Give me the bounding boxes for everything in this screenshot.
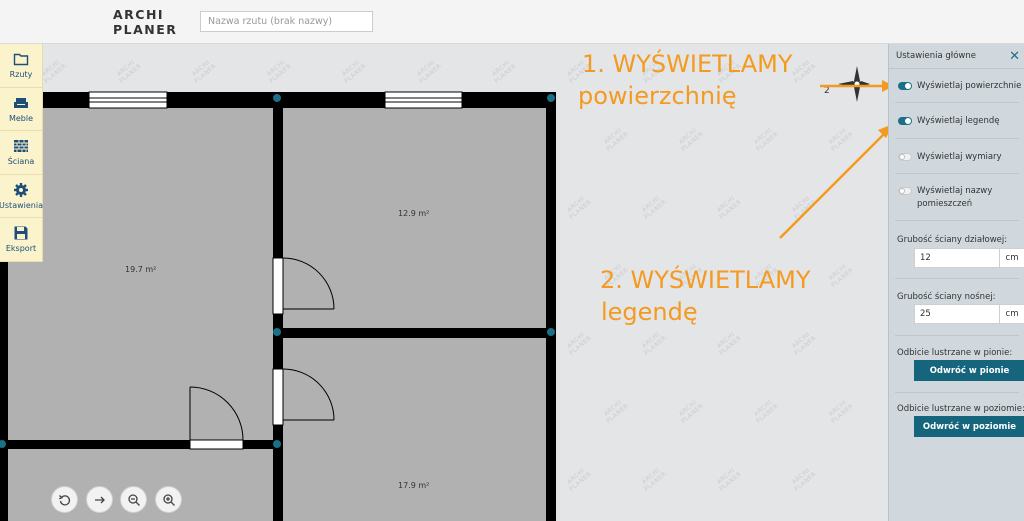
toggle-show-surfaces[interactable]: Wyświetlaj powierzchnie <box>898 80 1024 93</box>
brick-wall-icon <box>14 140 28 153</box>
tool-label: Eksport <box>5 244 37 254</box>
tool-label: Rzuty <box>9 70 33 80</box>
zoom-out-button[interactable] <box>120 486 147 513</box>
joint <box>547 328 555 336</box>
divider <box>895 173 1019 174</box>
load-wall-field: cm <box>914 304 1024 324</box>
toggle-switch[interactable] <box>898 187 912 195</box>
room-area-label: 17.9 m² <box>398 481 430 490</box>
window-right <box>384 91 463 109</box>
toggle-switch[interactable] <box>898 153 912 161</box>
tool-label: Ustawienia <box>0 200 43 210</box>
tool-wall[interactable]: Ściana <box>0 131 42 175</box>
joint <box>547 94 555 102</box>
redo-button[interactable] <box>86 486 113 513</box>
panel-title: Ustawienia główne <box>896 51 976 61</box>
left-toolbar: Rzuty Meble Ściana Ustawienia Eksport <box>0 44 43 262</box>
room-floor-bottom-right <box>283 338 546 521</box>
divider <box>895 392 1019 393</box>
annotation-step-1-title: 1. WYŚWIETLAMY <box>582 50 793 78</box>
toggle-switch[interactable] <box>898 117 912 125</box>
tool-plans[interactable]: Rzuty <box>0 44 42 88</box>
mirror-horizontal-label: Odbicie lustrzane w poziomie: <box>897 404 1024 414</box>
panel-header: Ustawienia główne ✕ <box>889 44 1024 69</box>
room-floor-left <box>8 108 273 440</box>
zoom-out-icon <box>127 493 140 506</box>
room-area-label: 12.9 m² <box>398 209 430 218</box>
partition-wall-field: cm <box>914 248 1024 268</box>
toggle-label: Wyświetlaj nazwy pomieszczeń <box>917 186 993 209</box>
tool-settings[interactable]: Ustawienia <box>0 175 43 218</box>
armchair-icon <box>14 97 28 108</box>
folder-icon <box>13 54 29 66</box>
close-icon[interactable]: ✕ <box>1009 50 1020 63</box>
wall-middle-horizontal <box>283 328 546 338</box>
wall-right <box>546 92 556 521</box>
tool-export[interactable]: Eksport <box>0 218 42 262</box>
top-bar: ARCHI PLANER <box>0 0 1024 44</box>
divider <box>895 278 1019 279</box>
toggle-show-room-names[interactable]: Wyświetlaj nazwy pomieszczeń <box>898 185 1024 210</box>
toggle-label: Wyświetlaj legendę <box>917 116 1000 126</box>
partition-wall-label: Grubość ściany działowej: <box>897 235 1008 245</box>
room-floor-top-right <box>283 108 546 328</box>
divider <box>895 220 1019 221</box>
annotation-step-2-subtitle: legendę <box>601 298 698 326</box>
toggle-show-dimensions[interactable]: Wyświetlaj wymiary <box>898 151 1024 164</box>
tool-label: Meble <box>8 113 34 123</box>
joint <box>273 328 281 336</box>
divider <box>895 335 1019 336</box>
partition-wall-input[interactable] <box>914 248 1000 268</box>
zoom-in-button[interactable] <box>155 486 182 513</box>
flip-horizontal-button[interactable]: Odwróć w poziomie <box>914 416 1024 437</box>
divider <box>895 102 1019 103</box>
load-wall-input[interactable] <box>914 304 1000 324</box>
toggle-switch[interactable] <box>898 82 912 90</box>
annotation-step-1-subtitle: powierzchnię <box>578 82 737 110</box>
tool-furniture[interactable]: Meble <box>0 88 42 131</box>
window-left <box>88 91 168 109</box>
floppy-disk-icon <box>14 226 28 240</box>
flip-vertical-button[interactable]: Odwróć w pionie <box>914 360 1024 381</box>
annotation-step-2-title: 2. WYŚWIETLAMY <box>600 266 811 294</box>
tool-label: Ściana <box>7 157 35 167</box>
unit-label: cm <box>1000 248 1024 268</box>
unit-label: cm <box>1000 304 1024 324</box>
load-wall-label: Grubość ściany nośnej: <box>897 292 996 302</box>
gear-icon <box>14 182 28 197</box>
app-logo[interactable]: ARCHI PLANER <box>113 7 177 37</box>
room-area-label: 19.7 m² <box>125 265 157 274</box>
logo-line-1: ARCHI <box>113 7 165 22</box>
undo-icon <box>58 494 70 505</box>
toggle-label: Wyświetlaj wymiary <box>917 152 1002 162</box>
mirror-vertical-label: Odbicie lustrzane w pionie: <box>897 348 1013 358</box>
joint <box>273 94 281 102</box>
toggle-show-legend[interactable]: Wyświetlaj legendę <box>898 115 1024 128</box>
svg-text:2: 2 <box>824 86 830 96</box>
joint <box>273 440 281 448</box>
settings-panel: Ustawienia główne ✕ Wyświetlaj powierzch… <box>888 44 1024 521</box>
plan-name-input[interactable] <box>200 11 373 32</box>
undo-button[interactable] <box>51 486 78 513</box>
logo-line-2: PLANER <box>113 22 178 37</box>
compass-icon[interactable]: 2 <box>820 64 870 104</box>
toggle-label: Wyświetlaj powierzchnie <box>917 81 1022 91</box>
divider <box>895 138 1019 139</box>
arrow-right-icon <box>94 496 105 503</box>
zoom-in-icon <box>162 493 175 506</box>
